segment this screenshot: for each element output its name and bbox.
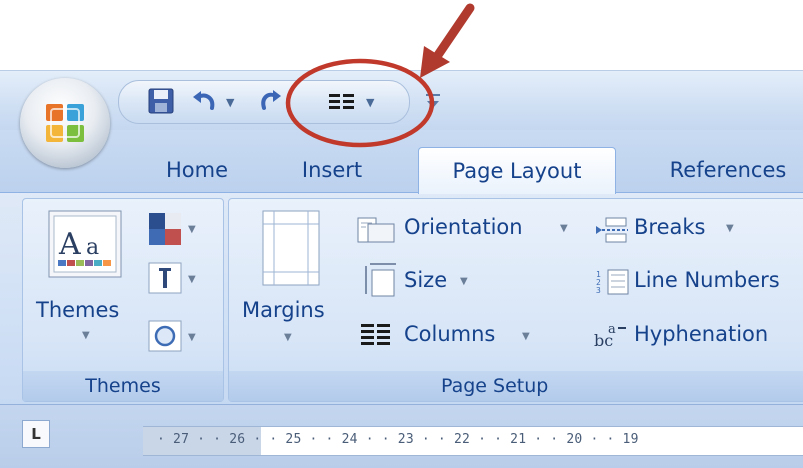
office-button[interactable]	[20, 78, 110, 168]
theme-colors-dropdown-icon[interactable]: ▼	[188, 224, 196, 235]
redo-icon[interactable]	[258, 88, 284, 114]
margins-icon[interactable]	[262, 210, 320, 286]
columns-dropdown-icon[interactable]: ▼	[522, 331, 530, 342]
theme-fonts-icon[interactable]	[148, 262, 182, 294]
line-numbers-label[interactable]: Line Numbers	[634, 268, 780, 292]
size-icon[interactable]	[364, 262, 398, 298]
svg-text:a: a	[86, 235, 99, 260]
tab-insert[interactable]: Insert	[282, 147, 382, 193]
size-dropdown-icon[interactable]: ▼	[460, 276, 468, 287]
hyphenation-label[interactable]: Hyphenation	[634, 322, 768, 346]
margins-dropdown-icon[interactable]: ▼	[284, 332, 292, 343]
breaks-dropdown-icon[interactable]: ▼	[726, 223, 734, 234]
horizontal-ruler[interactable]: · 27 · · 26 · · 25 · · 24 · · 23 · · 22 …	[143, 426, 803, 456]
tab-home[interactable]: Home	[152, 147, 242, 193]
theme-effects-dropdown-icon[interactable]: ▼	[188, 332, 196, 343]
tab-references[interactable]: References	[648, 147, 803, 193]
undo-dropdown-icon[interactable]: ▼	[226, 96, 234, 109]
svg-text:a: a	[608, 322, 616, 337]
themes-icon[interactable]: A a	[48, 210, 128, 282]
line-numbers-icon[interactable]: 1 2 3	[596, 268, 630, 296]
columns-label[interactable]: Columns	[404, 322, 495, 346]
highlight-arrow-shaft	[431, 3, 475, 63]
office-logo-icon	[46, 104, 84, 142]
columns-dropdown-icon[interactable]: ▼	[366, 96, 374, 109]
theme-effects-icon[interactable]	[148, 320, 182, 352]
theme-colors-icon[interactable]	[148, 212, 182, 246]
columns-icon[interactable]	[328, 92, 356, 114]
hyphenation-icon[interactable]: bc a	[594, 320, 630, 350]
ruler-tick-labels: · 27 · · 26 · · 25 · · 24 · · 23 · · 22 …	[157, 432, 639, 447]
customize-icon[interactable]	[424, 90, 442, 112]
themes-label[interactable]: Themes	[36, 298, 119, 322]
orientation-dropdown-icon[interactable]: ▼	[560, 223, 568, 234]
breaks-icon[interactable]	[596, 216, 628, 244]
theme-fonts-dropdown-icon[interactable]: ▼	[188, 274, 196, 285]
undo-icon[interactable]	[190, 88, 218, 114]
columns-ribbon-icon[interactable]	[360, 322, 392, 348]
svg-text:3: 3	[596, 286, 601, 295]
themes-group-label: Themes	[23, 371, 223, 401]
size-label[interactable]: Size	[404, 268, 447, 292]
orientation-label[interactable]: Orientation	[404, 215, 523, 239]
breaks-label[interactable]: Breaks	[634, 215, 705, 239]
save-icon[interactable]	[146, 86, 176, 116]
page-setup-group-label: Page Setup	[229, 371, 803, 401]
svg-text:A: A	[58, 227, 81, 262]
tab-selector-button[interactable]: L	[22, 420, 50, 448]
themes-dropdown-icon[interactable]: ▼	[82, 330, 90, 341]
orientation-icon[interactable]	[356, 216, 396, 244]
tab-page-layout[interactable]: Page Layout	[418, 147, 616, 194]
margins-label[interactable]: Margins	[242, 298, 325, 322]
